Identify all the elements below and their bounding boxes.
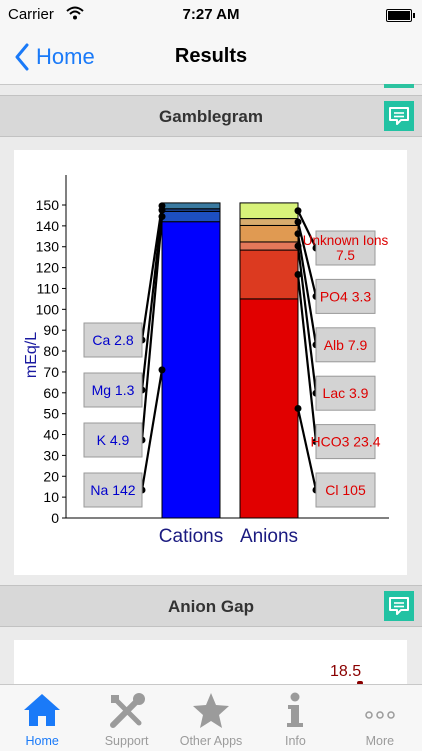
y-tick-label: 10 bbox=[43, 489, 59, 505]
tab-bar: Home Support Other Apps Info More bbox=[0, 684, 422, 751]
ion-label: Ca 2.8 bbox=[92, 332, 133, 348]
y-tick-label: 70 bbox=[43, 364, 59, 380]
ion-label-line: Unknown Ions bbox=[303, 233, 389, 248]
y-tick-label: 50 bbox=[43, 406, 59, 422]
tools-icon bbox=[109, 693, 145, 728]
tab-more[interactable]: More bbox=[338, 685, 422, 751]
navigation-bar: Home Results bbox=[0, 30, 422, 85]
tab-other-apps[interactable]: Other Apps bbox=[169, 685, 253, 751]
y-tick-label: 30 bbox=[43, 447, 59, 463]
ion-label: K 4.9 bbox=[97, 432, 130, 448]
connector-line bbox=[296, 245, 318, 394]
ion-label: HCO3 23.4 bbox=[310, 434, 380, 450]
comment-icon bbox=[389, 597, 409, 615]
y-tick-label: 120 bbox=[36, 260, 60, 276]
ion-label: Lac 3.9 bbox=[323, 385, 369, 401]
y-tick-label: 80 bbox=[43, 343, 59, 359]
tab-other-apps-label: Other Apps bbox=[179, 734, 243, 748]
tab-info[interactable]: Info bbox=[253, 685, 337, 751]
y-tick-label: 40 bbox=[43, 427, 59, 443]
battery-icon bbox=[386, 9, 415, 22]
ion-label: PO4 3.3 bbox=[320, 288, 372, 304]
y-tick-label: 0 bbox=[51, 510, 59, 526]
anion-segment bbox=[239, 241, 299, 251]
connector-dot bbox=[294, 404, 302, 412]
y-tick-label: 150 bbox=[36, 197, 60, 213]
ion-label: Na 142 bbox=[90, 482, 135, 498]
gamblegram-header: Gamblegram bbox=[0, 95, 422, 137]
teal-strip bbox=[384, 84, 414, 88]
ion-label: Cl 105 bbox=[325, 482, 366, 498]
y-axis-label: mEq/L bbox=[23, 332, 40, 378]
connector-dot bbox=[294, 218, 302, 226]
tab-info-label: Info bbox=[284, 734, 306, 748]
gamblegram-note-button[interactable] bbox=[384, 101, 414, 131]
anion-gap-title: Anion Gap bbox=[168, 597, 254, 616]
cation-segment bbox=[161, 221, 221, 519]
connector-dot bbox=[158, 366, 166, 374]
x-category-label: Cations bbox=[159, 526, 223, 547]
y-tick-label: 130 bbox=[36, 239, 60, 255]
anion-segment bbox=[239, 249, 299, 300]
info-icon bbox=[287, 692, 304, 727]
tab-support-label: Support bbox=[104, 734, 149, 748]
anion-gap-value: 18.5 bbox=[330, 663, 362, 680]
gamblegram-chart-panel: 0 10 20 30 40 50 60 70 80 90 100 110 120 130 140 150 Na… bbox=[14, 150, 407, 575]
status-time: 7:27 AM bbox=[182, 6, 240, 23]
connector-line bbox=[140, 216, 164, 441]
y-tick-label: 20 bbox=[43, 468, 59, 484]
star-icon bbox=[193, 693, 230, 728]
gamblegram-chart: 0 10 20 30 40 50 60 70 80 90 100 110 120 130 140 150 Na… bbox=[23, 175, 389, 547]
status-bar: Carrier 7:27 AM bbox=[0, 0, 422, 30]
gamblegram-title: Gamblegram bbox=[159, 107, 263, 126]
anion-gap-note-button[interactable] bbox=[384, 591, 414, 621]
anion-segment bbox=[239, 202, 299, 220]
y-tick-label: 90 bbox=[43, 322, 59, 338]
ion-label: Alb 7.9 bbox=[324, 337, 368, 353]
ion-label-line: 7.5 bbox=[336, 248, 355, 263]
anion-gap-header: Anion Gap bbox=[0, 585, 422, 627]
y-tick-label: 140 bbox=[36, 218, 60, 234]
x-category-label: Anions bbox=[240, 526, 298, 547]
comment-icon bbox=[389, 107, 409, 125]
y-tick-label: 110 bbox=[37, 280, 60, 296]
cation-segment bbox=[161, 202, 221, 210]
cation-segment bbox=[161, 210, 221, 223]
anion-segment bbox=[239, 298, 299, 519]
more-icon bbox=[365, 711, 395, 719]
page-title: Results bbox=[174, 45, 248, 67]
connector-dot bbox=[158, 202, 166, 210]
y-tick-label: 100 bbox=[36, 301, 60, 317]
connector-line bbox=[140, 369, 164, 491]
home-icon bbox=[24, 694, 61, 726]
connector-dot bbox=[294, 207, 302, 215]
tab-more-label: More bbox=[365, 734, 395, 748]
anion-segment bbox=[239, 224, 299, 243]
tab-support[interactable]: Support bbox=[84, 685, 168, 751]
anion-segment bbox=[239, 218, 299, 226]
tab-home-label: Home bbox=[25, 734, 59, 748]
y-tick-label: 60 bbox=[43, 385, 59, 401]
ion-label: Mg 1.3 bbox=[92, 382, 135, 398]
tab-home[interactable]: Home bbox=[0, 685, 84, 751]
connector-line bbox=[140, 209, 164, 391]
